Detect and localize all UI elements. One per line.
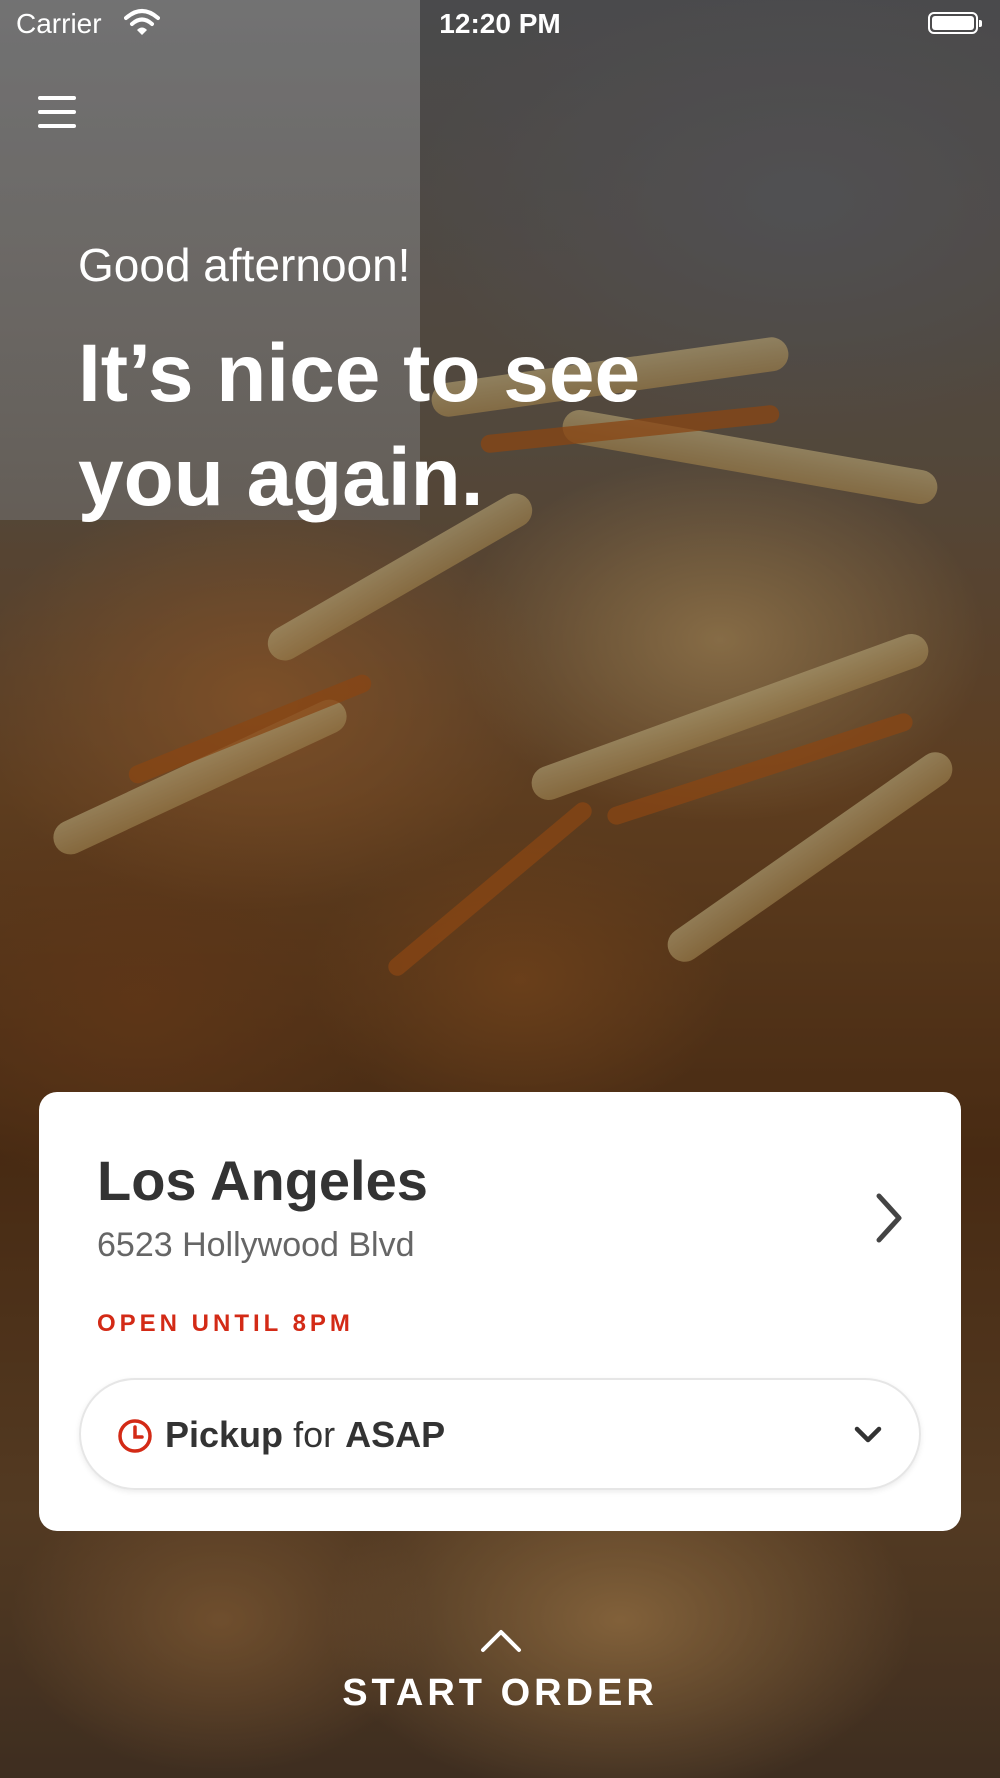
greeting-subtitle: Good afternoon! [78, 239, 411, 291]
location-city: Los Angeles [97, 1149, 428, 1212]
chevron-down-icon[interactable] [853, 1422, 883, 1448]
pickup-summary: Pickup for ASAP [165, 1414, 445, 1456]
pickup-connector: for [293, 1414, 336, 1455]
clock-icon [118, 1419, 152, 1453]
pickup-time: ASAP [345, 1414, 446, 1455]
location-hours: OPEN UNTIL 8PM [97, 1310, 354, 1337]
chevron-right-icon[interactable] [869, 1188, 909, 1248]
location-address: 6523 Hollywood Blvd [97, 1226, 415, 1264]
greeting-headline: It’s nice to see you again. [78, 328, 641, 523]
start-order-button[interactable]: START ORDER [0, 1672, 1000, 1715]
chevron-up-icon[interactable] [480, 1626, 522, 1654]
pickup-mode: Pickup [165, 1414, 284, 1455]
pickup-time-selector[interactable]: Pickup for ASAP [79, 1378, 921, 1490]
hamburger-menu-icon[interactable] [38, 94, 78, 134]
location-card[interactable]: Los Angeles 6523 Hollywood Blvd OPEN UNT… [39, 1092, 961, 1531]
status-bar: Carrier 12:20 PM [0, 0, 1000, 50]
status-time: 12:20 PM [439, 8, 561, 39]
battery-icon [928, 12, 982, 34]
